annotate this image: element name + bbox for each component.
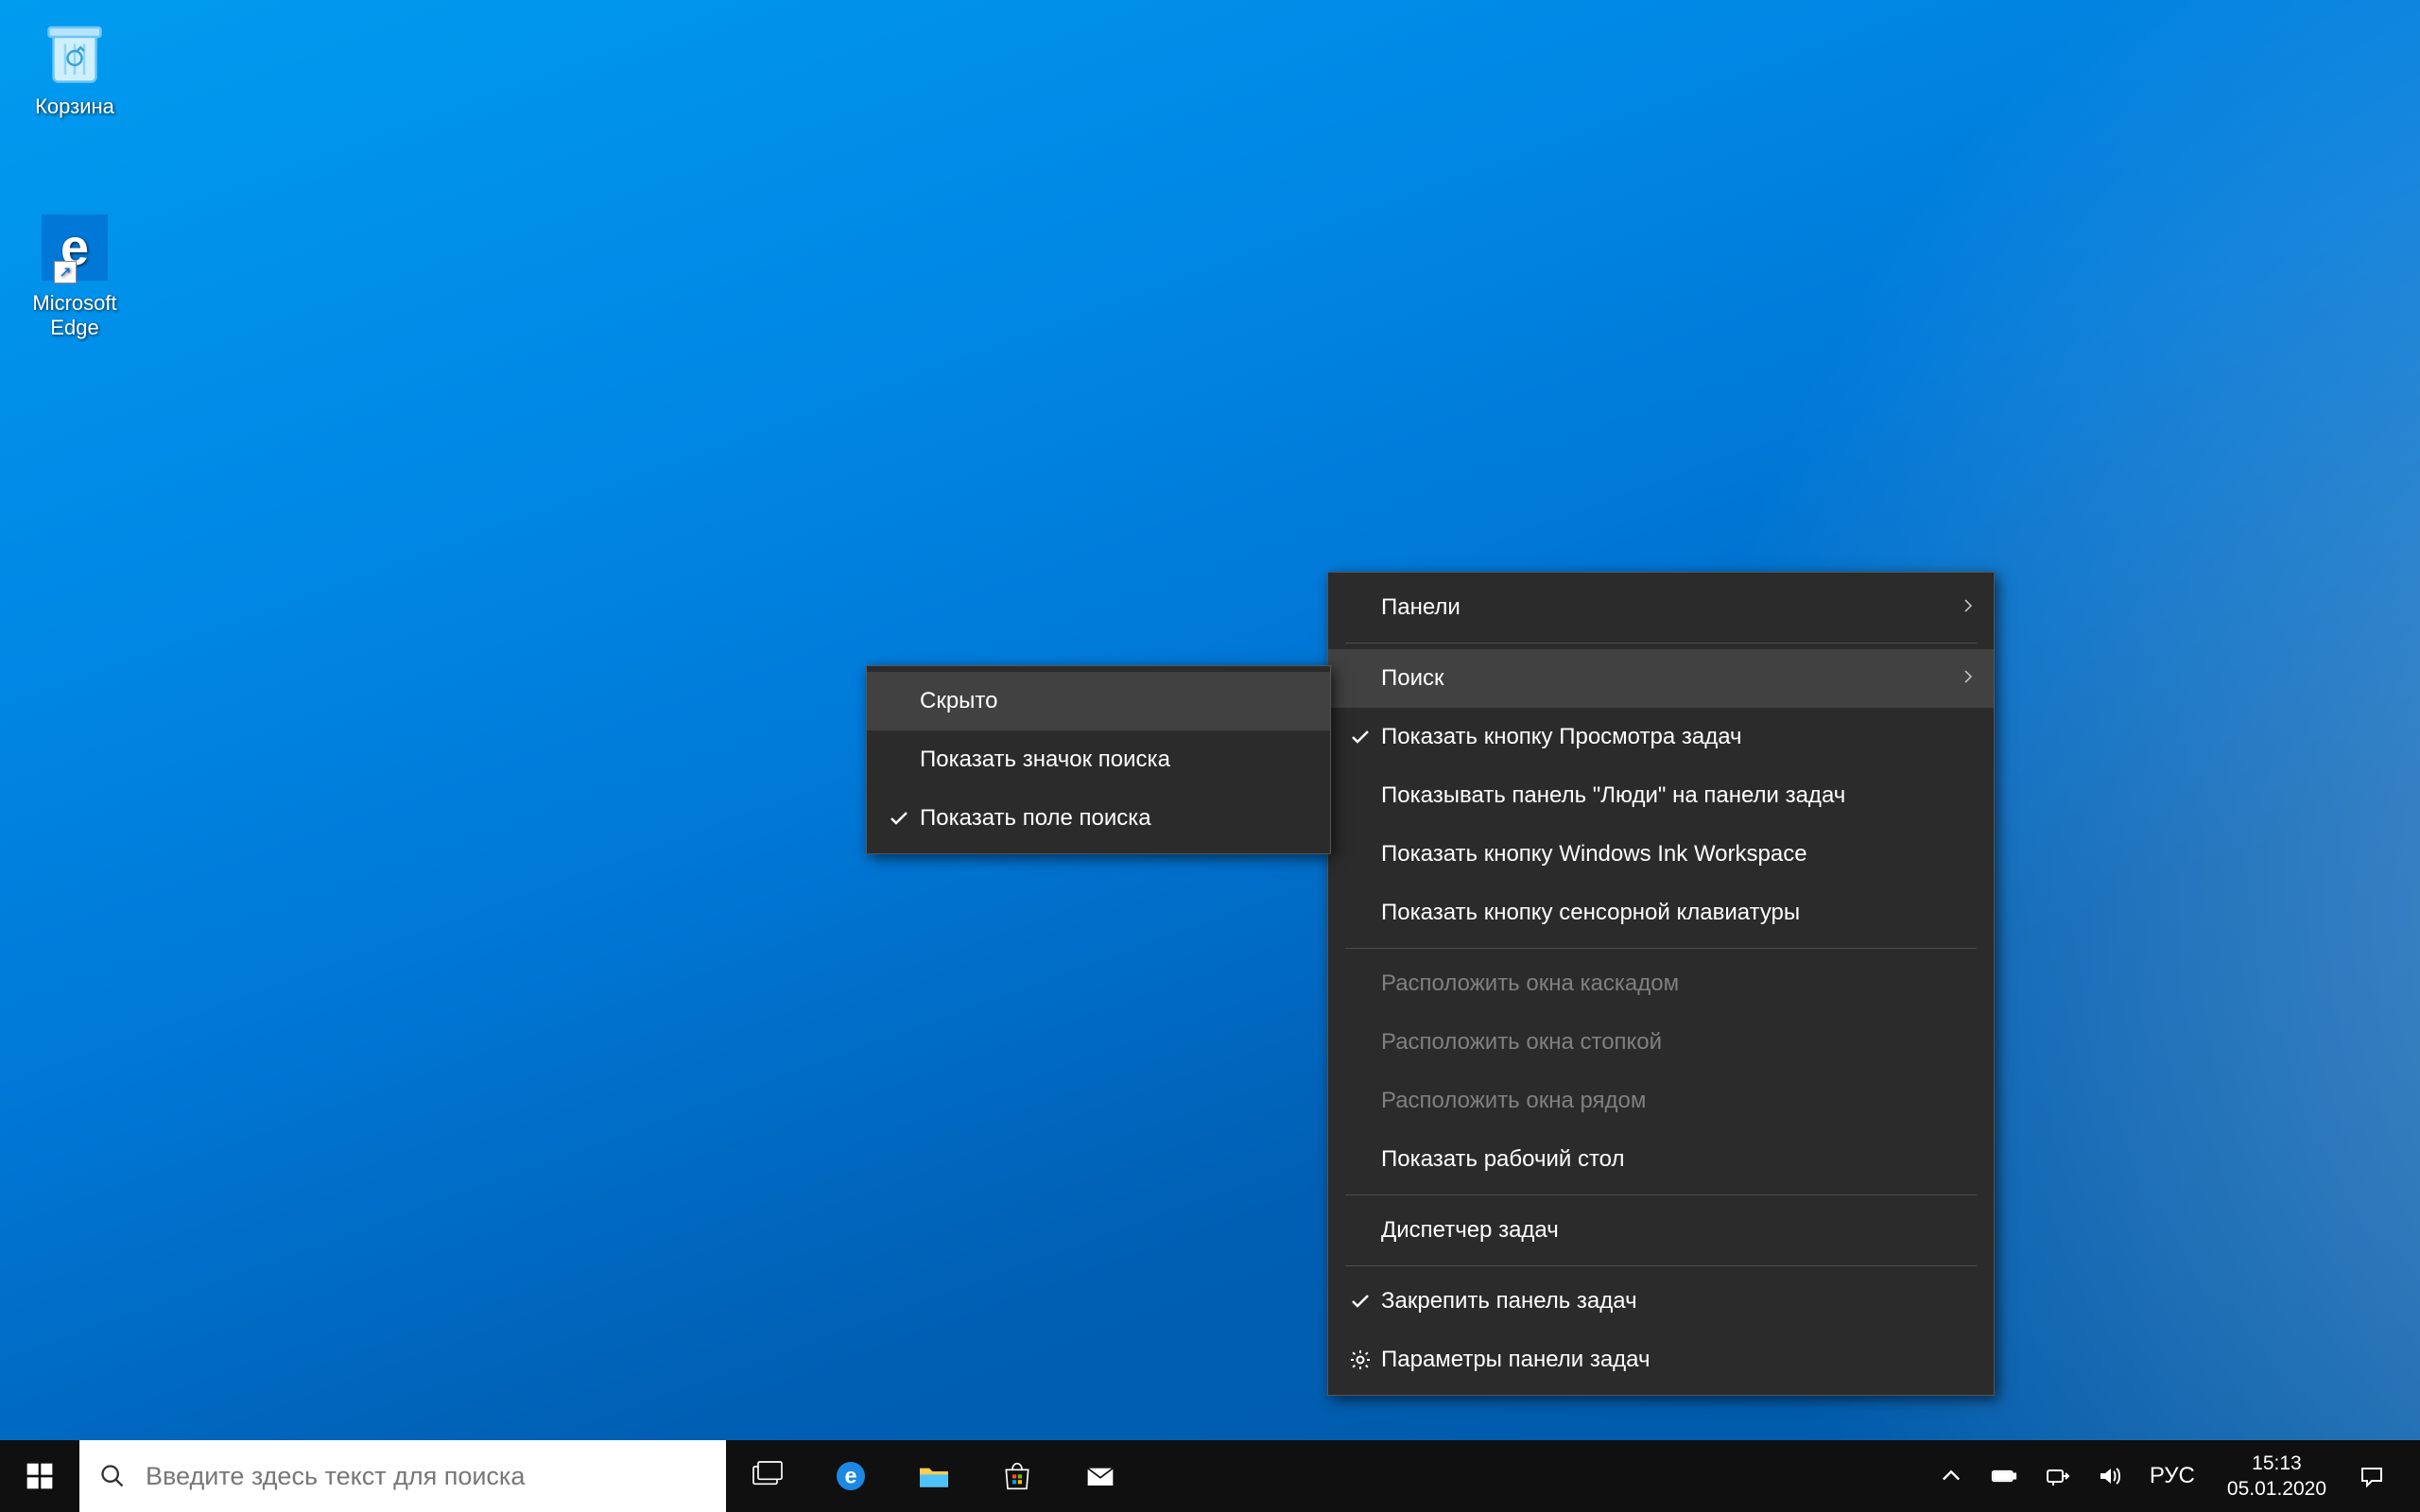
task-view-button[interactable] [726, 1440, 809, 1512]
search-submenu: Скрыто Показать значок поиска Показать п… [866, 665, 1331, 854]
gear-icon [1343, 1349, 1377, 1371]
tray-network[interactable] [2032, 1440, 2082, 1512]
taskbar-search-box[interactable]: Введите здесь текст для поиска [79, 1440, 726, 1512]
action-center-icon [2359, 1463, 2385, 1489]
menu-item-label: Показать кнопку Просмотра задач [1381, 724, 1967, 750]
taskbar: Введите здесь текст для поиска e [0, 1440, 2420, 1512]
menu-item-label: Закрепить панель задач [1381, 1288, 1967, 1314]
taskbar-app-store[interactable] [976, 1440, 1059, 1512]
submenu-item-hidden[interactable]: Скрыто [867, 672, 1330, 730]
menu-item-show-touch-keyboard[interactable]: Показать кнопку сенсорной клавиатуры [1328, 884, 1994, 942]
recycle-bin-icon [35, 11, 114, 91]
menu-item-panels[interactable]: Панели [1328, 578, 1994, 637]
desktop-icon-recycle-bin[interactable]: Корзина [15, 11, 134, 119]
menu-item-side-by-side: Расположить окна рядом [1328, 1072, 1994, 1130]
menu-item-label: Расположить окна каскадом [1381, 971, 1967, 997]
checkmark-icon [1343, 726, 1377, 748]
chevron-right-icon [1960, 594, 1977, 621]
edge-icon: e ↗ [35, 208, 114, 287]
system-tray: РУС 15:13 05.01.2020 [1921, 1440, 2420, 1512]
menu-item-show-task-view[interactable]: Показать кнопку Просмотра задач [1328, 708, 1994, 766]
clock-time: 15:13 [2252, 1451, 2302, 1476]
menu-item-task-manager[interactable]: Диспетчер задач [1328, 1201, 1994, 1260]
network-icon [2044, 1463, 2070, 1489]
search-icon [79, 1463, 146, 1489]
menu-item-lock-taskbar[interactable]: Закрепить панель задач [1328, 1272, 1994, 1331]
menu-item-label: Показывать панель "Люди" на панели задач [1381, 782, 1967, 809]
taskbar-app-file-explorer[interactable] [892, 1440, 976, 1512]
tray-volume[interactable] [2085, 1440, 2135, 1512]
tray-overflow[interactable] [1927, 1440, 1976, 1512]
shortcut-arrow-icon: ↗ [54, 261, 77, 284]
menu-item-label: Показать кнопку сенсорной клавиатуры [1381, 900, 1967, 926]
menu-item-label: Панели [1381, 594, 1967, 621]
menu-item-label: Параметры панели задач [1381, 1347, 1967, 1373]
menu-item-show-desktop[interactable]: Показать рабочий стол [1328, 1130, 1994, 1189]
menu-item-label: Расположить окна рядом [1381, 1088, 1967, 1114]
taskbar-context-menu: Панели Поиск Показать кнопку Просмотра з… [1327, 572, 1995, 1396]
menu-item-label: Диспетчер задач [1381, 1217, 1967, 1244]
menu-item-label: Показать значок поиска [920, 747, 1304, 773]
desktop-icon-label: Microsoft Edge [15, 291, 134, 341]
menu-item-label: Показать поле поиска [920, 805, 1304, 832]
menu-item-label: Показать рабочий стол [1381, 1146, 1967, 1173]
taskbar-app-mail[interactable] [1059, 1440, 1142, 1512]
desktop-icon-label: Корзина [15, 94, 134, 119]
tray-battery[interactable] [1979, 1440, 2029, 1512]
chevron-right-icon [1960, 665, 1977, 692]
clock-date: 05.01.2020 [2227, 1476, 2326, 1502]
windows-logo-icon [25, 1461, 55, 1491]
menu-item-search[interactable]: Поиск [1328, 649, 1994, 708]
checkmark-icon [882, 807, 916, 830]
tray-action-center[interactable] [2347, 1440, 2396, 1512]
task-view-icon [749, 1457, 786, 1495]
tray-clock[interactable]: 15:13 05.01.2020 [2210, 1451, 2343, 1503]
battery-icon [1991, 1463, 2017, 1489]
menu-item-stack: Расположить окна стопкой [1328, 1013, 1994, 1072]
menu-item-cascade: Расположить окна каскадом [1328, 954, 1994, 1013]
search-placeholder: Введите здесь текст для поиска [146, 1462, 726, 1491]
svg-text:e: e [845, 1464, 857, 1488]
menu-item-show-ink[interactable]: Показать кнопку Windows Ink Workspace [1328, 825, 1994, 884]
checkmark-icon [1343, 1290, 1377, 1313]
mail-icon [1081, 1457, 1119, 1495]
menu-item-label: Скрыто [920, 688, 1304, 714]
submenu-item-show-box[interactable]: Показать поле поиска [867, 789, 1330, 848]
edge-icon: e [832, 1457, 870, 1495]
desktop-background[interactable]: Корзина e ↗ Microsoft Edge Панели Поиск [0, 0, 2420, 1512]
submenu-item-show-icon[interactable]: Показать значок поиска [867, 730, 1330, 789]
chevron-up-icon [1938, 1463, 1964, 1489]
store-icon [998, 1457, 1036, 1495]
menu-item-show-people[interactable]: Показывать панель "Люди" на панели задач [1328, 766, 1994, 825]
tray-language[interactable]: РУС [2138, 1440, 2206, 1512]
desktop-icon-edge[interactable]: e ↗ Microsoft Edge [15, 208, 134, 341]
menu-item-label: Поиск [1381, 665, 1967, 692]
volume-icon [2097, 1463, 2123, 1489]
taskbar-spacer[interactable] [1142, 1440, 1921, 1512]
menu-item-label: Показать кнопку Windows Ink Workspace [1381, 841, 1967, 868]
taskbar-app-edge[interactable]: e [809, 1440, 892, 1512]
language-indicator: РУС [2150, 1463, 2195, 1489]
menu-item-taskbar-settings[interactable]: Параметры панели задач [1328, 1331, 1994, 1389]
folder-icon [915, 1457, 953, 1495]
start-button[interactable] [0, 1440, 79, 1512]
menu-item-label: Расположить окна стопкой [1381, 1029, 1967, 1056]
